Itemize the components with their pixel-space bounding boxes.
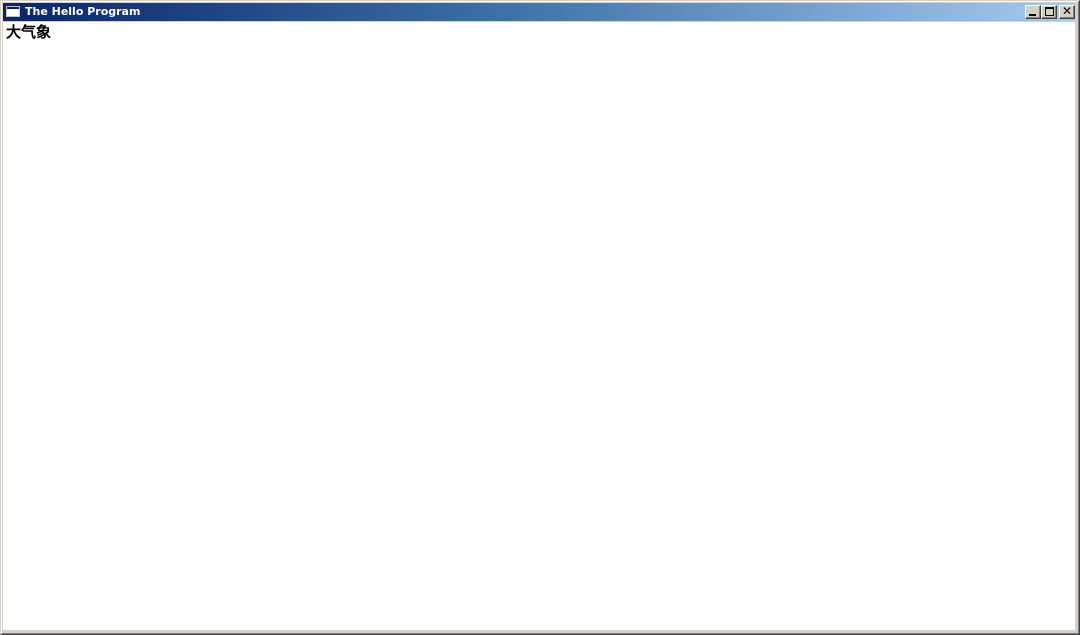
hello-text: 大气象 <box>6 23 52 41</box>
client-area[interactable]: 大气象 <box>3 22 1075 630</box>
maximize-icon <box>1045 7 1054 16</box>
window-app-icon[interactable] <box>6 6 20 17</box>
close-icon: ✕ <box>1061 4 1073 18</box>
window-title: The Hello Program <box>25 5 141 18</box>
app-window: The Hello Program ✕ 大气象 <box>0 0 1080 635</box>
minimize-icon <box>1029 14 1036 16</box>
close-button[interactable]: ✕ <box>1059 4 1075 19</box>
maximize-button[interactable] <box>1041 5 1057 19</box>
minimize-button[interactable] <box>1025 5 1041 19</box>
title-bar[interactable]: The Hello Program ✕ <box>3 3 1075 21</box>
